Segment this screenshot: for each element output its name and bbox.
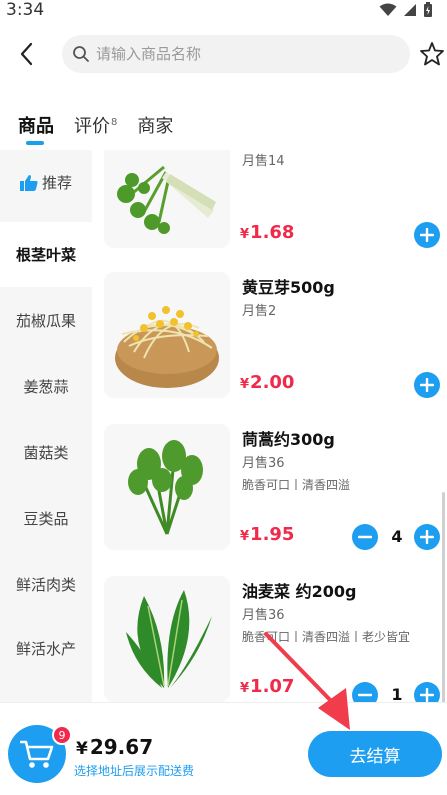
wifi-icon (379, 3, 397, 16)
add-to-cart-button[interactable] (414, 372, 440, 398)
sidebar-item-recommended[interactable]: 推荐 (0, 150, 92, 215)
product-list: 月售14 ¥1.68 黄豆芽500g 月售2 ¥2.00 茼蒿约300g 月售3… (92, 150, 447, 702)
currency-symbol: ¥ (240, 377, 250, 392)
plus-icon (420, 378, 434, 392)
product-price: ¥1.07 (240, 676, 294, 697)
product-item[interactable]: 茼蒿约300g 月售36 脆香可口丨清香四溢 ¥1.95 4 (92, 424, 447, 576)
product-image (104, 272, 230, 398)
sidebar-item-label: 姜葱蒜 (23, 378, 69, 396)
status-time: 3:34 (6, 0, 45, 20)
tab-products-label: 商品 (18, 116, 54, 137)
checkout-button[interactable]: 去结算 (308, 731, 442, 777)
product-sales: 月售36 (242, 456, 285, 471)
price-value: 1.95 (250, 524, 295, 545)
price-value: 2.00 (250, 372, 295, 393)
currency-symbol: ¥ (240, 529, 250, 544)
tab-bar: 商品 评价8 商家 (18, 112, 193, 145)
thumbs-up-icon (19, 174, 38, 191)
scrollbar[interactable] (442, 492, 445, 702)
quantity-value: 4 (391, 527, 403, 546)
plus-icon (420, 228, 434, 242)
product-price: ¥1.68 (240, 222, 294, 243)
total-value: 29.67 (89, 735, 154, 759)
product-item[interactable]: 月售14 ¥1.68 (92, 150, 447, 274)
category-sidebar: 推荐 根茎叶菜 茄椒瓜果 姜葱蒜 菌菇类 豆类品 鲜活肉类 鲜活水产 (0, 150, 92, 702)
sidebar-item-root-leaf-vegetables[interactable]: 根茎叶菜 (0, 222, 92, 287)
currency-symbol: ¥ (240, 681, 250, 696)
battery-icon (424, 2, 432, 17)
currency-symbol: ¥ (240, 227, 250, 242)
cart-count-badge: 9 (52, 725, 72, 745)
search-bar[interactable] (62, 35, 410, 73)
plus-icon (420, 688, 434, 702)
product-image (104, 576, 230, 702)
product-name: 茼蒿约300g (242, 430, 335, 449)
tab-products[interactable]: 商品 (18, 112, 54, 145)
price-value: 1.68 (250, 222, 295, 243)
product-item[interactable]: 油麦菜 约200g 月售36 脆香可口丨清香四溢丨老少皆宜 ¥1.07 1 (92, 576, 447, 702)
sidebar-item-label: 鲜活水产 (15, 640, 76, 658)
delivery-fee-hint[interactable]: 选择地址后展示配送费 (74, 762, 194, 779)
cart-total: ¥29.67 (76, 735, 153, 759)
sidebar-item-label: 茄椒瓜果 (15, 312, 76, 330)
sidebar-item-fresh-seafood[interactable]: 鲜活水产 (0, 616, 92, 681)
decrease-quantity-button[interactable] (352, 682, 378, 702)
cart-bar: 9 ¥29.67 选择地址后展示配送费 去结算 (0, 702, 447, 795)
tab-merchant-label: 商家 (137, 116, 174, 137)
sidebar-item-fresh-meat[interactable]: 鲜活肉类 (0, 552, 92, 617)
search-icon (73, 46, 89, 62)
signal-icon (404, 4, 416, 16)
sidebar-item-label: 推荐 (41, 174, 72, 192)
search-input[interactable] (96, 45, 376, 63)
increase-quantity-button[interactable] (414, 524, 440, 550)
sidebar-item-mushrooms[interactable]: 菌菇类 (0, 420, 92, 485)
shopping-cart-icon (20, 740, 54, 768)
product-name: 黄豆芽500g (242, 278, 335, 297)
plus-icon (420, 530, 434, 544)
tab-merchant[interactable]: 商家 (137, 112, 173, 138)
sidebar-item-ginger-garlic[interactable]: 姜葱蒜 (0, 354, 92, 419)
product-tags: 脆香可口丨清香四溢 (242, 478, 351, 492)
sidebar-item-peppers-melons[interactable]: 茄椒瓜果 (0, 288, 92, 353)
active-tab-indicator (26, 141, 44, 145)
increase-quantity-button[interactable] (414, 682, 440, 702)
back-arrow-icon[interactable] (14, 40, 42, 68)
tab-reviews[interactable]: 评价8 (74, 112, 117, 138)
product-sales: 月售14 (242, 154, 285, 169)
sidebar-item-label: 豆类品 (23, 510, 69, 528)
product-item[interactable]: 黄豆芽500g 月售2 ¥2.00 (92, 272, 447, 424)
price-value: 1.07 (250, 676, 295, 697)
decrease-quantity-button[interactable] (352, 524, 378, 550)
sidebar-item-label: 菌菇类 (23, 444, 69, 462)
product-sales: 月售2 (242, 304, 277, 319)
product-tags: 脆香可口丨清香四溢丨老少皆宜 (242, 630, 411, 644)
quantity-value: 1 (391, 685, 403, 702)
status-bar: 3:34 (0, 0, 447, 24)
currency-symbol: ¥ (76, 739, 88, 759)
sidebar-item-label: 根茎叶菜 (15, 246, 76, 264)
review-count: 8 (111, 117, 118, 128)
sidebar-item-beans[interactable]: 豆类品 (0, 486, 92, 551)
tab-reviews-label: 评价 (74, 116, 110, 137)
favorite-star-icon[interactable] (418, 40, 446, 68)
product-image (104, 424, 230, 550)
sidebar-item-label: 鲜活肉类 (15, 576, 76, 594)
status-icons (379, 2, 433, 18)
product-image (104, 150, 230, 248)
product-sales: 月售36 (242, 608, 285, 623)
minus-icon (358, 535, 372, 539)
add-to-cart-button[interactable] (414, 222, 440, 248)
minus-icon (358, 693, 372, 697)
product-name: 油麦菜 约200g (242, 582, 357, 601)
product-price: ¥1.95 (240, 524, 294, 545)
product-price: ¥2.00 (240, 372, 294, 393)
